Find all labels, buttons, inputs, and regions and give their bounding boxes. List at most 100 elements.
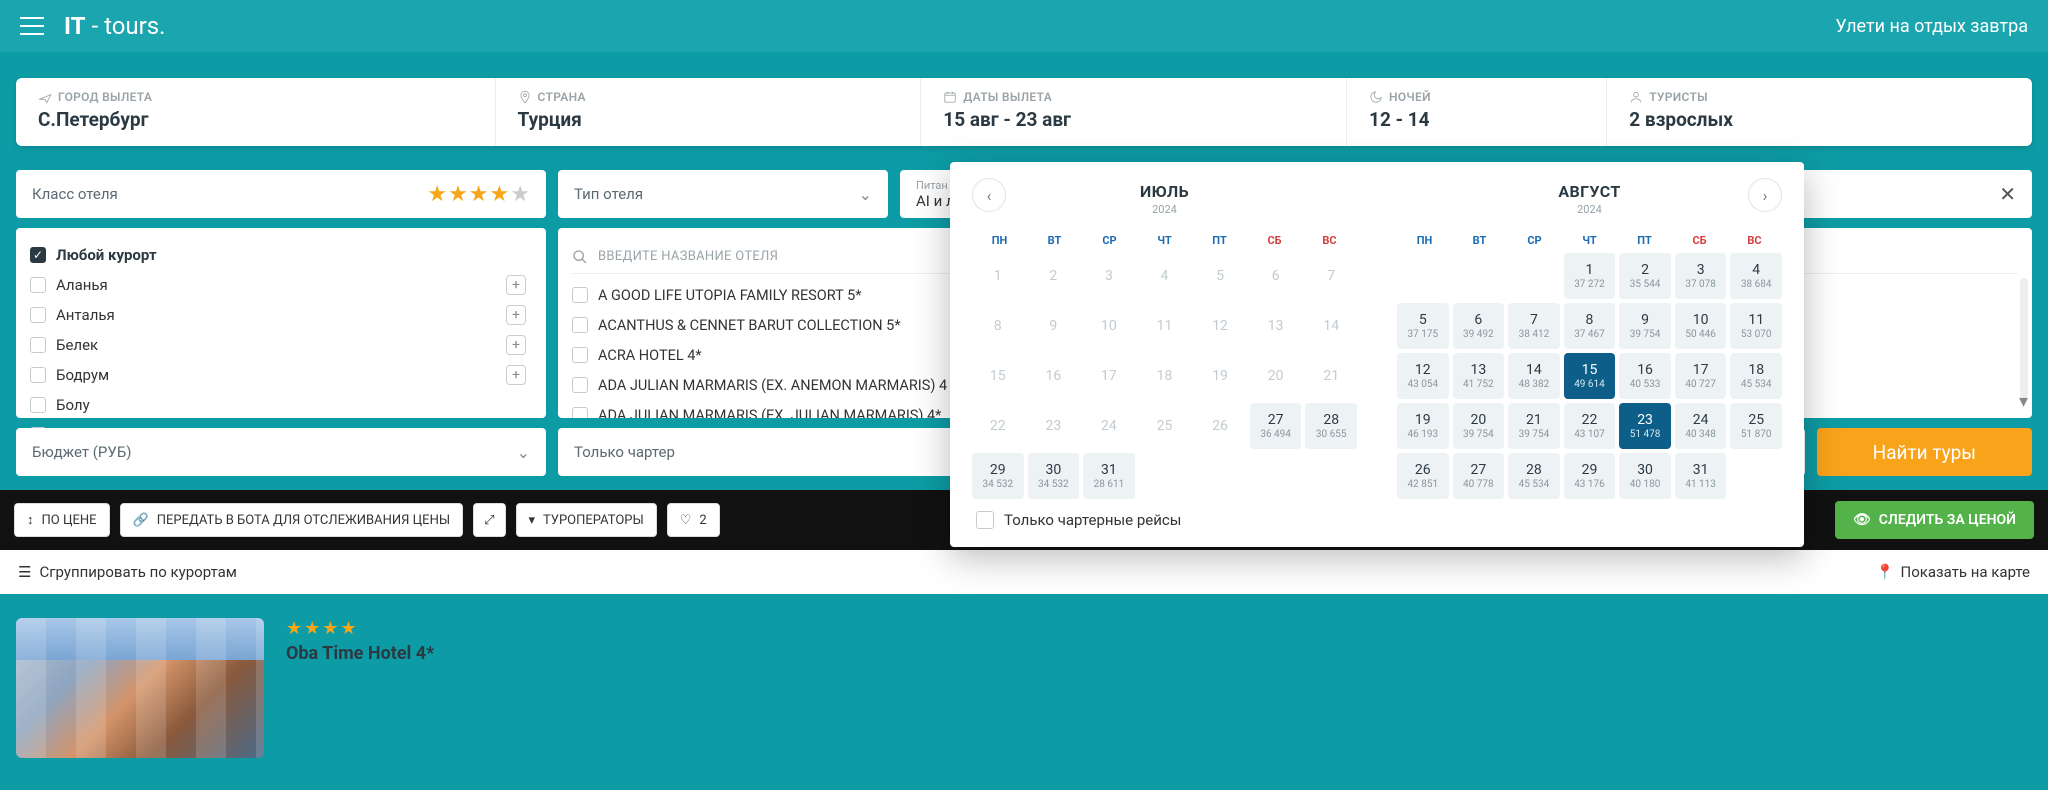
- dates-cell[interactable]: ДАТЫ ВЫЛЕТА 15 авг - 23 авг: [921, 78, 1347, 146]
- calendar-day[interactable]: 837 467: [1564, 303, 1616, 349]
- calendar-day[interactable]: 1640 533: [1619, 353, 1671, 399]
- budget-filter[interactable]: Бюджет (РУБ) ⌄: [16, 428, 546, 476]
- country-value: Турция: [518, 108, 899, 131]
- calendar-day[interactable]: 639 492: [1453, 303, 1505, 349]
- calendar-day[interactable]: 235 544: [1619, 253, 1671, 299]
- calendar-day[interactable]: 2736 494: [1250, 403, 1302, 449]
- day-number: 9: [1049, 318, 1057, 334]
- day-number: 15: [990, 368, 1006, 384]
- calendar-empty: [1508, 253, 1560, 299]
- day-price: 39 754: [1630, 329, 1661, 340]
- calendar-day[interactable]: 2845 534: [1508, 453, 1560, 499]
- nights-cell[interactable]: НОЧЕЙ 12 - 14: [1347, 78, 1607, 146]
- calendar-day[interactable]: 1549 614: [1564, 353, 1616, 399]
- track-price-button[interactable]: 👁СЛЕДИТЬ ЗА ЦЕНОЙ: [1835, 501, 2034, 539]
- calendar-empty: [1397, 253, 1449, 299]
- star-icon: ★: [510, 182, 530, 207]
- expand-button[interactable]: ⤢: [473, 503, 505, 537]
- charter-only-checkbox[interactable]: [976, 511, 994, 529]
- calendar-popup: ‹ ИЮЛЬ 2024 ПНВТСРЧТПТСБВС 1234567891011…: [950, 162, 1804, 547]
- resort-any[interactable]: ✓ Любой курорт: [30, 240, 532, 270]
- calendar-day[interactable]: 2440 348: [1675, 403, 1727, 449]
- checkbox-icon: [30, 307, 46, 323]
- day-number: 11: [1748, 312, 1764, 328]
- calendar-day[interactable]: 537 175: [1397, 303, 1449, 349]
- find-tours-button[interactable]: Найти туры: [1817, 428, 2032, 476]
- expand-resort-button[interactable]: +: [506, 305, 526, 325]
- days-grid: 137 272235 544337 078438 684 537 175639 4…: [1397, 253, 1782, 499]
- month-title: АВГУСТ: [1397, 182, 1782, 201]
- calendar-day[interactable]: 3141 113: [1675, 453, 1727, 499]
- calendar-day[interactable]: 137 272: [1564, 253, 1616, 299]
- guests-cell[interactable]: ТУРИСТЫ 2 взрослых: [1607, 78, 2032, 146]
- star-icon: ★: [490, 182, 510, 207]
- menu-icon[interactable]: [20, 17, 44, 35]
- calendar-day[interactable]: 939 754: [1619, 303, 1671, 349]
- calendar-day[interactable]: 1050 446: [1675, 303, 1727, 349]
- resort-item[interactable]: Бодрум+: [30, 360, 532, 390]
- star-rating[interactable]: ★★★★★: [427, 182, 530, 207]
- result-card[interactable]: ★★★★ Oba Time Hotel 4*: [16, 618, 2032, 758]
- calendar-day[interactable]: 1153 070: [1730, 303, 1782, 349]
- calendar-day[interactable]: 2039 754: [1453, 403, 1505, 449]
- pin-icon: [518, 90, 532, 104]
- filter-icon[interactable]: ▾: [2019, 391, 2028, 412]
- scrollbar[interactable]: [2020, 278, 2028, 398]
- dow-label: ЧТ: [1562, 234, 1617, 247]
- favorites-button[interactable]: ♡2: [667, 503, 720, 537]
- close-icon[interactable]: ✕: [1999, 182, 2016, 206]
- sort-price-button[interactable]: ↕ПО ЦЕНЕ: [14, 503, 110, 537]
- hotel-class-filter[interactable]: Класс отеля ★★★★★: [16, 170, 546, 218]
- hotel-type-filter[interactable]: Тип отеля ⌄: [558, 170, 888, 218]
- calendar-day[interactable]: 738 412: [1508, 303, 1560, 349]
- star-icon: ★: [469, 182, 489, 207]
- calendar-day: 19: [1194, 353, 1246, 399]
- calendar-day[interactable]: 2740 778: [1453, 453, 1505, 499]
- group-by-resorts[interactable]: Сгруппировать по курортам: [39, 563, 236, 581]
- calendar-day[interactable]: 438 684: [1730, 253, 1782, 299]
- day-number: 19: [1415, 412, 1431, 428]
- calendar-day[interactable]: 1740 727: [1675, 353, 1727, 399]
- send-to-bot-button[interactable]: 🔗ПЕРЕДАТЬ В БОТА ДЛЯ ОТСЛЕЖИВАНИЯ ЦЕНЫ: [120, 503, 464, 537]
- calendar-day[interactable]: 2139 754: [1508, 403, 1560, 449]
- resort-item[interactable]: Белек+: [30, 330, 532, 360]
- calendar-day[interactable]: 3040 180: [1619, 453, 1671, 499]
- expand-resort-button[interactable]: +: [506, 275, 526, 295]
- calendar-day[interactable]: 2351 478: [1619, 403, 1671, 449]
- country-cell[interactable]: СТРАНА Турция: [496, 78, 922, 146]
- departure-city-cell[interactable]: ГОРОД ВЫЛЕТА С.Петербург: [16, 78, 496, 146]
- calendar-day[interactable]: 1341 752: [1453, 353, 1505, 399]
- calendar-day[interactable]: 2934 532: [972, 453, 1024, 499]
- calendar-day[interactable]: 1243 054: [1397, 353, 1449, 399]
- day-number: 20: [1268, 368, 1284, 384]
- calendar-day[interactable]: 3034 532: [1028, 453, 1080, 499]
- calendar-day[interactable]: 1448 382: [1508, 353, 1560, 399]
- calendar-day[interactable]: 1946 193: [1397, 403, 1449, 449]
- sort-icon: ↕: [27, 512, 34, 528]
- calendar-day[interactable]: 2943 176: [1564, 453, 1616, 499]
- calendar-day[interactable]: 337 078: [1675, 253, 1727, 299]
- star-icon: ★: [448, 182, 468, 207]
- resort-item[interactable]: Болу: [30, 390, 532, 420]
- resort-item[interactable]: Анталья+: [30, 300, 532, 330]
- calendar-day: 12: [1194, 303, 1246, 349]
- calendar-day[interactable]: 2551 870: [1730, 403, 1782, 449]
- calendar-day[interactable]: 3128 611: [1083, 453, 1135, 499]
- calendar-prev-button[interactable]: ‹: [972, 178, 1006, 212]
- calendar-day[interactable]: 2642 851: [1397, 453, 1449, 499]
- dow-label: СБ: [1247, 234, 1302, 247]
- calendar-day[interactable]: 2830 655: [1305, 403, 1357, 449]
- calendar-day[interactable]: 1845 534: [1730, 353, 1782, 399]
- day-number: 19: [1212, 368, 1228, 384]
- meal-value: AI и л: [916, 192, 955, 210]
- day-number: 25: [1748, 412, 1764, 428]
- expand-resort-button[interactable]: +: [506, 335, 526, 355]
- show-on-map[interactable]: 📍Показать на карте: [1876, 563, 2030, 581]
- calendar-day[interactable]: 2243 107: [1564, 403, 1616, 449]
- resort-item[interactable]: Аланья+: [30, 270, 532, 300]
- calendar-day: 9: [1028, 303, 1080, 349]
- day-number: 18: [1748, 362, 1764, 378]
- calendar-next-button[interactable]: ›: [1748, 178, 1782, 212]
- expand-resort-button[interactable]: +: [506, 365, 526, 385]
- tour-operators-button[interactable]: ▾ТУРОПЕРАТОРЫ: [516, 503, 657, 537]
